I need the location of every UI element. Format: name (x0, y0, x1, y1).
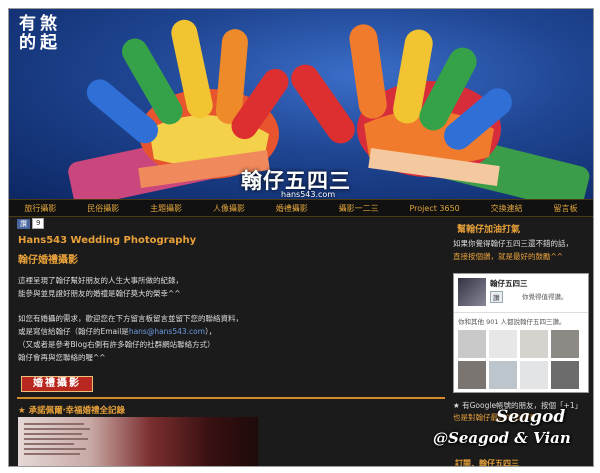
nav-item-guestbook[interactable]: 留言板 (553, 203, 577, 214)
page-avatar[interactable] (458, 278, 486, 306)
header-banner: 有 煞 的 起 翰仔五四三 hans543.com (9, 9, 593, 199)
sidebar-text: 如果你覺得翰仔五四三還不錯的話， (453, 239, 573, 248)
fan-avatar[interactable] (458, 330, 486, 358)
logo-char: 煞 (40, 14, 57, 34)
wedding-photography-stamp: 婚禮攝影 (21, 376, 93, 392)
sidebar-text-highlight: 直接按個讚，就是最好的鼓勵^^ (453, 252, 564, 261)
nav-item-travel[interactable]: 旅行攝影 (24, 203, 56, 214)
fb-like-button[interactable]: 讚 (490, 291, 503, 303)
fan-avatar[interactable] (520, 361, 548, 389)
post-text-line: （又或者是參考Blog右側有許多翰仔的社群網站聯絡方式） (18, 340, 215, 349)
logo-char: 有 (19, 14, 36, 34)
fb-page-name[interactable]: 翰仔五四三 (490, 278, 528, 289)
facebook-like-bar: 讚 9 (17, 218, 45, 229)
nav-item-theme[interactable]: 主題攝影 (150, 203, 182, 214)
email-link[interactable]: hans@hans543.com (129, 327, 205, 336)
subscribe-heading[interactable]: 訂閱．翰仔五四三 (455, 458, 519, 466)
email-prefix: 或是寫信給翰仔（翰仔的Email是 (18, 327, 129, 336)
fan-avatar[interactable] (551, 361, 579, 389)
email-suffix: ）， (205, 327, 217, 336)
fan-avatar[interactable] (458, 361, 486, 389)
like-button[interactable]: 讚 (17, 218, 30, 229)
preview-text-block (24, 423, 94, 458)
logo-char: 起 (40, 33, 57, 53)
watermark-signature: @Seagod & Vian (433, 429, 571, 447)
fb-like-count: 你和其他 901 人都說翰仔五四三讚。 (458, 318, 566, 326)
fan-avatar[interactable] (489, 361, 517, 389)
nav-item-project-3650[interactable]: Project 3650 (409, 204, 459, 213)
main-nav: 旅行攝影 民俗攝影 主題攝影 人像攝影 婚禮攝影 攝影一二三 Project 3… (9, 199, 593, 217)
section-heading[interactable]: ★ 承諾佩爾‧幸福婚禮全記錄 (18, 404, 125, 416)
post-text-line: 翰仔會再與您聯絡的喔^^ (18, 353, 106, 362)
logo-char: 的 (19, 33, 36, 53)
fan-photo-grid (458, 330, 586, 389)
post-text-line: 如您有婚攝的需求，歡迎您在下方留言板留言並留下您的聯絡資料， (18, 314, 243, 323)
fan-avatar[interactable] (520, 330, 548, 358)
nav-item-photo-123[interactable]: 攝影一二三 (339, 203, 379, 214)
site-domain: hans543.com (281, 190, 336, 199)
facebook-like-box: 翰仔五四三 讚 你覺得值得讚。 你和其他 901 人都說翰仔五四三讚。 (453, 273, 589, 393)
watermark-signature: Seagod (496, 407, 566, 427)
post-text-line: 這裡呈現了翰仔幫好朋友的人生大事所做的紀錄， (18, 276, 183, 285)
nav-item-wedding[interactable]: 婚禮攝影 (276, 203, 308, 214)
like-count: 9 (32, 218, 45, 229)
divider (454, 312, 588, 313)
page-frame: 有 煞 的 起 翰仔五四三 hans543.com 旅行攝影 民俗攝影 主題攝影… (8, 8, 594, 467)
sidebar-title: 幫翰仔加油打氣 (457, 225, 521, 235)
post-text-line: 或是寫信給翰仔（翰仔的Email是hans@hans543.com）， (18, 326, 216, 337)
fb-like-message: 你覺得值得讚。 (522, 293, 568, 301)
section-divider (17, 397, 445, 399)
fan-avatar[interactable] (551, 330, 579, 358)
nav-item-folk[interactable]: 民俗攝影 (87, 203, 119, 214)
site-logo[interactable]: 有 煞 的 起 (17, 15, 59, 53)
post-subtitle: 翰仔婚禮攝影 (18, 255, 78, 266)
nav-item-links[interactable]: 交換連結 (491, 203, 523, 214)
post-text-line: 能參與並見證好朋友的婚禮是翰仔莫大的榮幸^^ (18, 289, 181, 298)
post-title[interactable]: Hans543 Wedding Photography (18, 235, 196, 246)
fan-avatar[interactable] (489, 330, 517, 358)
wedding-photo-preview[interactable] (18, 417, 258, 466)
nav-item-portrait[interactable]: 人像攝影 (213, 203, 245, 214)
